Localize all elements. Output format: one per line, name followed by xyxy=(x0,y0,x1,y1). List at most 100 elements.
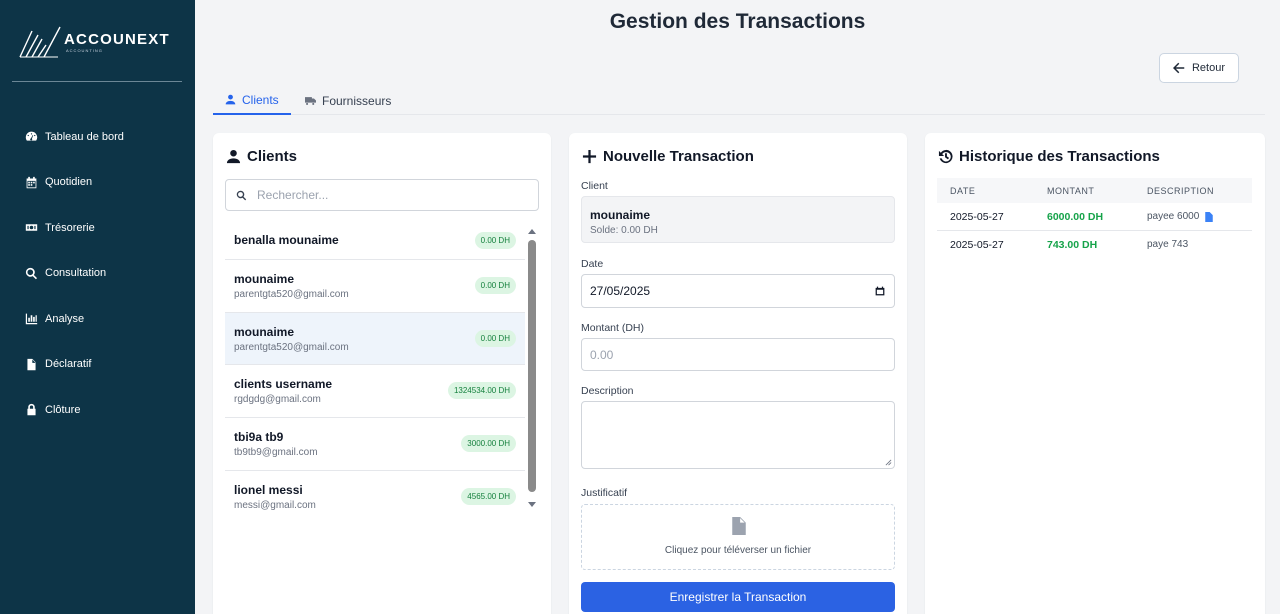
sidebar-divider xyxy=(12,81,182,82)
scroll-up-arrow-icon[interactable] xyxy=(528,229,536,234)
user-icon xyxy=(226,149,241,164)
sidebar-item-consultation[interactable]: Consultation xyxy=(0,251,195,297)
scrollbar-thumb[interactable] xyxy=(528,240,536,492)
file-icon xyxy=(732,517,746,535)
client-name: mounaime xyxy=(234,324,295,339)
client-item[interactable]: clients username rgdgdg@gmail.com 132453… xyxy=(225,365,525,419)
client-item-selected[interactable]: mounaime parentgta520@gmail.com 0.00 DH xyxy=(225,312,525,366)
client-label: Client xyxy=(581,180,608,192)
arrow-left-icon xyxy=(1172,62,1185,74)
row-date: 2025-05-27 xyxy=(950,211,1004,223)
row-description-text: paye 743 xyxy=(1147,239,1189,250)
client-email: parentgta520@gmail.com xyxy=(234,289,349,300)
amount-label: Montant (DH) xyxy=(581,322,645,334)
transaction-form-panel: Nouvelle Transaction Client mounaime Sol… xyxy=(569,133,907,614)
sidebar-nav: Tableau de bord Quotidien Trésorerie Con… xyxy=(0,114,195,433)
date-field[interactable]: 27/05/2025 xyxy=(581,274,895,308)
tab-clients[interactable]: Clients xyxy=(213,86,291,115)
chart-icon xyxy=(25,312,38,325)
balance-badge: 0.00 DH xyxy=(474,277,516,294)
row-date: 2025-05-27 xyxy=(950,239,1004,251)
row-description-text: payee 6000 xyxy=(1147,211,1200,222)
sidebar-item-label: Tableau de bord xyxy=(45,130,124,143)
client-email: rgdgdg@gmail.com xyxy=(234,394,321,406)
balance-badge: 4565.00 DH xyxy=(461,487,516,505)
client-name: clients username xyxy=(234,377,333,392)
client-email: parentgta520@gmail.com xyxy=(234,341,349,353)
sidebar-item-analyse[interactable]: Analyse xyxy=(0,296,195,342)
plus-icon xyxy=(582,149,597,164)
amount-placeholder: 0.00 xyxy=(590,347,614,362)
sidebar-item-label: Clôture xyxy=(45,403,81,416)
transaction-title-text: Nouvelle Transaction xyxy=(603,148,754,165)
table-row: 2025-05-27 6000.00 DH payee 6000 xyxy=(937,204,1252,231)
row-amount: 6000.00 DH xyxy=(1047,211,1104,223)
clients-panel-title: Clients xyxy=(226,148,297,165)
client-item[interactable]: lionel messi messi@gmail.com 4565.00 DH xyxy=(225,471,525,524)
back-button[interactable]: Retour xyxy=(1159,53,1239,83)
sidebar-item-cloture[interactable]: Clôture xyxy=(0,387,195,433)
tab-fournisseurs[interactable]: Fournisseurs xyxy=(293,86,403,115)
attachment-file-icon[interactable] xyxy=(1205,211,1214,222)
date-label: Date xyxy=(581,258,604,270)
column-header-date: DATE xyxy=(950,185,976,196)
history-table-header: DATE MONTANT DESCRIPTION xyxy=(937,178,1252,203)
description-label: Description xyxy=(581,385,634,397)
client-email: tb9tb9@gmail.com xyxy=(234,447,318,459)
sidebar-item-label: Consultation xyxy=(45,267,107,280)
history-panel: Historique des Transactions DATE MONTANT… xyxy=(925,133,1265,614)
client-email: messi@gmail.com xyxy=(234,499,316,511)
client-list: benalla mounaime 0.00 DH mounaime parent… xyxy=(225,223,525,523)
date-value: 27/05/2025 xyxy=(590,284,651,298)
sidebar-item-quotidien[interactable]: Quotidien xyxy=(0,160,195,206)
file-upload-dropzone[interactable]: Cliquez pour téléverser un fichier xyxy=(581,504,895,570)
client-item[interactable]: benalla mounaime 0.00 DH xyxy=(225,223,525,260)
brand-logo[interactable]: ACCOUNEXT ACCOUNTING xyxy=(18,22,178,62)
money-icon xyxy=(25,221,38,234)
search-icon xyxy=(25,267,38,280)
sidebar-item-label: Analyse xyxy=(45,312,85,325)
logo-mark-icon xyxy=(19,26,61,58)
row-amount: 743.00 DH xyxy=(1047,239,1098,251)
client-item[interactable]: tbi9a tb9 tb9tb9@gmail.com 3000.00 DH xyxy=(225,418,525,471)
scroll-down-arrow-icon[interactable] xyxy=(528,502,536,507)
column-header-description: DESCRIPTION xyxy=(1147,185,1215,196)
sidebar-item-tableau-de-bord[interactable]: Tableau de bord xyxy=(0,114,195,160)
upload-text: Cliquez pour téléverser un fichier xyxy=(664,545,812,556)
search-box xyxy=(225,179,539,211)
column-header-montant: MONTANT xyxy=(1047,185,1095,196)
sidebar: ACCOUNEXT ACCOUNTING Tableau de bord Quo… xyxy=(0,0,195,614)
history-title-text: Historique des Transactions xyxy=(959,148,1160,165)
justificatif-label: Justificatif xyxy=(581,487,628,499)
client-name: lionel messi xyxy=(234,482,303,497)
user-icon xyxy=(225,94,236,105)
truck-icon xyxy=(305,97,316,105)
calendar-icon[interactable] xyxy=(875,286,885,296)
table-row: 2025-05-27 743.00 DH paye 743 xyxy=(937,232,1252,259)
submit-transaction-button[interactable]: Enregistrer la Transaction xyxy=(581,582,895,612)
brand-name: ACCOUNEXT xyxy=(64,31,170,48)
selected-client-name: mounaime xyxy=(590,208,651,222)
tab-label: Clients xyxy=(242,92,279,107)
description-textarea[interactable] xyxy=(581,401,895,469)
amount-field[interactable]: 0.00 xyxy=(581,338,895,371)
client-item[interactable]: mounaime parentgta520@gmail.com 0.00 DH xyxy=(225,260,525,313)
balance-badge: 1324534.00 DH xyxy=(447,382,516,400)
clients-title-text: Clients xyxy=(247,148,298,165)
row-description: payee 6000 xyxy=(1147,211,1214,222)
client-name: mounaime xyxy=(234,272,295,286)
client-name: benalla mounaime xyxy=(234,233,339,247)
balance-badge: 0.00 DH xyxy=(474,232,516,249)
search-input[interactable] xyxy=(257,188,517,202)
page-title: Gestion des Transactions xyxy=(609,10,866,33)
calendar-icon xyxy=(25,176,38,189)
sidebar-item-declaratif[interactable]: Déclaratif xyxy=(0,342,195,388)
balance-badge: 3000.00 DH xyxy=(461,435,516,453)
transaction-form-title: Nouvelle Transaction xyxy=(582,148,754,165)
resize-handle-icon[interactable] xyxy=(885,459,892,466)
scrollbar[interactable] xyxy=(526,226,538,511)
sidebar-item-label: Déclaratif xyxy=(45,358,92,371)
client-name: tbi9a tb9 xyxy=(234,430,284,445)
search-icon xyxy=(236,190,247,200)
sidebar-item-tresorerie[interactable]: Trésorerie xyxy=(0,205,195,251)
